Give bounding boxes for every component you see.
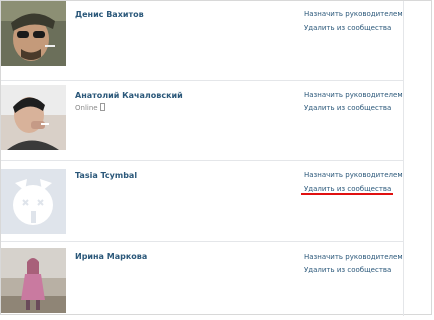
online-status: Online bbox=[75, 103, 105, 112]
make-manager-link[interactable]: Назначить руководителем bbox=[304, 91, 403, 99]
row-divider bbox=[1, 160, 403, 161]
member-name[interactable]: Анатолий Качаловский bbox=[75, 91, 183, 100]
member-list-panel: Денис Вахитов Назначить руководителем Уд… bbox=[0, 0, 432, 316]
mobile-phone-icon bbox=[99, 103, 105, 111]
online-status-text: Online bbox=[75, 104, 98, 112]
member-row: Tasia Tcymbal Назначить руководителем Уд… bbox=[1, 160, 403, 239]
avatar[interactable] bbox=[1, 1, 66, 66]
member-name[interactable]: Tasia Tcymbal bbox=[75, 171, 137, 180]
avatar[interactable] bbox=[1, 248, 66, 313]
avatar[interactable] bbox=[1, 169, 66, 234]
member-row: Денис Вахитов Назначить руководителем Уд… bbox=[1, 1, 403, 79]
remove-member-link[interactable]: Удалить из сообщества bbox=[304, 104, 391, 112]
avatar[interactable] bbox=[1, 85, 66, 150]
remove-member-link[interactable]: Удалить из сообщества bbox=[304, 185, 391, 193]
row-divider bbox=[1, 241, 403, 242]
remove-member-link[interactable]: Удалить из сообщества bbox=[304, 24, 391, 32]
member-name[interactable]: Денис Вахитов bbox=[75, 10, 144, 19]
member-row: Ирина Маркова Назначить руководителем Уд… bbox=[1, 241, 403, 320]
make-manager-link[interactable]: Назначить руководителем bbox=[304, 10, 403, 18]
red-highlight-underline bbox=[301, 193, 393, 195]
row-divider bbox=[1, 80, 403, 81]
make-manager-link[interactable]: Назначить руководителем bbox=[304, 253, 403, 261]
member-name[interactable]: Ирина Маркова bbox=[75, 252, 147, 261]
right-column bbox=[403, 1, 432, 316]
member-row: Анатолий Качаловский Online Назначить ру… bbox=[1, 80, 403, 159]
remove-member-link[interactable]: Удалить из сообщества bbox=[304, 266, 391, 274]
make-manager-link[interactable]: Назначить руководителем bbox=[304, 171, 403, 179]
